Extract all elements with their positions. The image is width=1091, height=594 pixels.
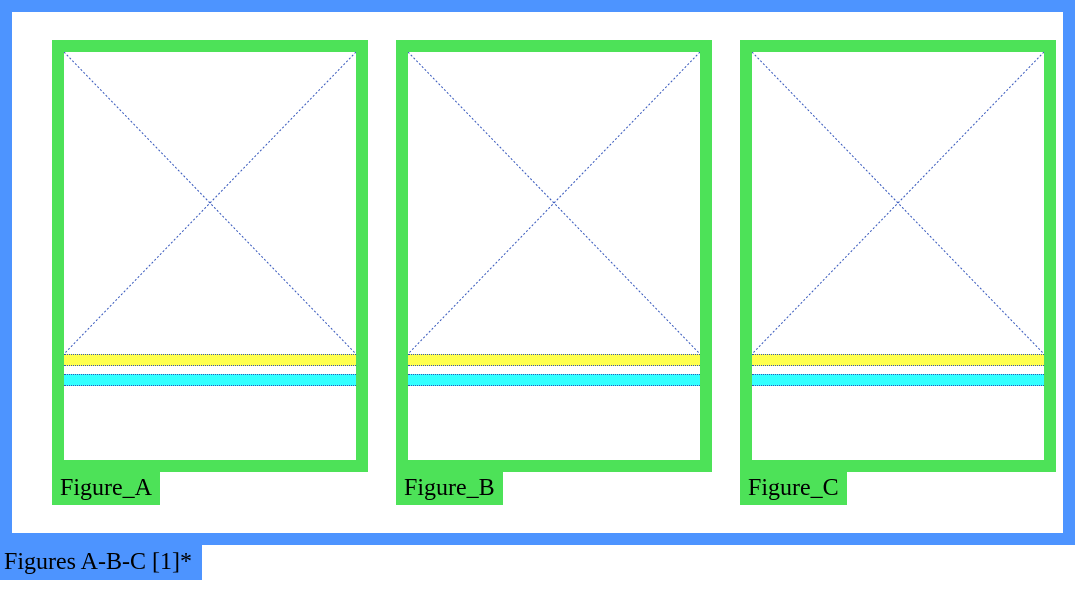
- outer-label: Figures A-B-C [1]*: [0, 545, 202, 580]
- figure-a-label: Figure_A: [52, 472, 160, 505]
- figure-c-diagonals: [752, 52, 1044, 460]
- figure-c-panel: Figure_C: [740, 40, 1056, 533]
- figure-b-label: Figure_B: [396, 472, 503, 505]
- figure-b-yellow-bar: [408, 354, 700, 366]
- figure-a-panel: Figure_A: [52, 40, 368, 533]
- figure-a-cyan-bar: [64, 374, 356, 386]
- figure-c-yellow-bar: [752, 354, 1044, 366]
- figures-container: Figure_A Figure_B: [0, 0, 1075, 545]
- figure-a-inner: [64, 52, 356, 460]
- figure-a-border: [52, 40, 368, 472]
- figure-c-label: Figure_C: [740, 472, 847, 505]
- figure-c-cyan-bar: [752, 374, 1044, 386]
- figure-b-cyan-bar: [408, 374, 700, 386]
- figure-c-inner: [752, 52, 1044, 460]
- figure-b-inner: [408, 52, 700, 460]
- figure-a-yellow-bar: [64, 354, 356, 366]
- figure-c-border: [740, 40, 1056, 472]
- figure-b-diagonals: [408, 52, 700, 460]
- figure-b-border: [396, 40, 712, 472]
- figure-b-panel: Figure_B: [396, 40, 712, 533]
- figure-a-diagonals: [64, 52, 356, 460]
